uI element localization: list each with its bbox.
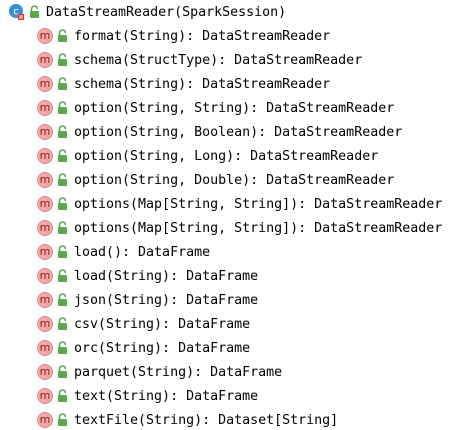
- tree-row-method[interactable]: m option(String, Boolean): DataStreamRea…: [0, 120, 452, 144]
- tree-row-method[interactable]: m options(Map[String, String]): DataStre…: [0, 192, 452, 216]
- tree-row-method[interactable]: m option(String, String): DataStreamRead…: [0, 96, 452, 120]
- method-label: option(String, Double): DataStreamReader: [74, 172, 395, 188]
- method-icon: m: [37, 76, 53, 92]
- tree-row-method[interactable]: m textFile(String): Dataset[String]: [0, 408, 452, 430]
- method-label: textFile(String): Dataset[String]: [74, 412, 339, 428]
- method-icon: m: [37, 172, 53, 188]
- method-label: load(String): DataFrame: [74, 268, 259, 284]
- lock-icon: [30, 5, 39, 18]
- tree-row-method[interactable]: m csv(String): DataFrame: [0, 312, 452, 336]
- method-label: options(Map[String, String]): DataStream…: [74, 196, 443, 212]
- tree-row-method[interactable]: m format(String): DataStreamReader: [0, 24, 452, 48]
- method-icon: m: [37, 220, 53, 236]
- lock-icon: [58, 77, 67, 90]
- svg-text:c: c: [13, 7, 19, 18]
- tree-row-method[interactable]: m json(String): DataFrame: [0, 288, 452, 312]
- lock-icon: [58, 149, 67, 162]
- method-icon: m: [37, 196, 53, 212]
- method-label: format(String): DataStreamReader: [74, 28, 331, 44]
- method-label: csv(String): DataFrame: [74, 316, 251, 332]
- tree-row-method[interactable]: m parquet(String): DataFrame: [0, 360, 452, 384]
- method-icon: m: [37, 28, 53, 44]
- tree-row-method[interactable]: m schema(String): DataStreamReader: [0, 72, 452, 96]
- constructor-label: DataStreamReader(SparkSession): [46, 4, 287, 20]
- lock-icon: [58, 293, 67, 306]
- tree-row-method[interactable]: m orc(String): DataFrame: [0, 336, 452, 360]
- method-icon: m: [37, 292, 53, 308]
- structure-tree: c DataStreamReader(SparkSession) m forma…: [0, 0, 452, 430]
- lock-icon: [58, 197, 67, 210]
- method-label: schema(StructType): DataStreamReader: [74, 52, 363, 68]
- tree-row-method[interactable]: m load(String): DataFrame: [0, 264, 452, 288]
- method-label: option(String, Long): DataStreamReader: [74, 148, 379, 164]
- method-label: options(Map[String, String]): DataStream…: [74, 220, 443, 236]
- tree-row-constructor[interactable]: c DataStreamReader(SparkSession): [0, 0, 452, 24]
- method-icon: m: [37, 316, 53, 332]
- method-icon: m: [37, 244, 53, 260]
- method-icon: m: [37, 268, 53, 284]
- lock-icon: [58, 125, 67, 138]
- lock-icon: [58, 341, 67, 354]
- tree-row-method[interactable]: m options(Map[String, String]): DataStre…: [0, 216, 452, 240]
- tree-row-method[interactable]: m schema(StructType): DataStreamReader: [0, 48, 452, 72]
- lock-icon: [58, 53, 67, 66]
- lock-icon: [58, 389, 67, 402]
- method-icon: m: [37, 100, 53, 116]
- method-icon: m: [37, 52, 53, 68]
- method-label: option(String, String): DataStreamReader: [74, 100, 395, 116]
- method-label: schema(String): DataStreamReader: [74, 76, 331, 92]
- method-label: text(String): DataFrame: [74, 388, 259, 404]
- method-icon: m: [37, 148, 53, 164]
- method-icon: m: [37, 124, 53, 140]
- method-label: json(String): DataFrame: [74, 292, 259, 308]
- method-icon: m: [37, 364, 53, 380]
- lock-icon: [58, 317, 67, 330]
- method-icon: m: [37, 340, 53, 356]
- lock-icon: [58, 413, 67, 426]
- method-label: orc(String): DataFrame: [74, 340, 251, 356]
- lock-icon: [58, 101, 67, 114]
- tree-row-method[interactable]: m option(String, Long): DataStreamReader: [0, 144, 452, 168]
- lock-icon: [58, 365, 67, 378]
- method-label: option(String, Boolean): DataStreamReade…: [74, 124, 403, 140]
- lock-icon: [58, 173, 67, 186]
- method-label: parquet(String): DataFrame: [74, 364, 283, 380]
- method-icon: m: [37, 412, 53, 428]
- lock-icon: [58, 29, 67, 42]
- tree-row-method[interactable]: m load(): DataFrame: [0, 240, 452, 264]
- tree-row-method[interactable]: m option(String, Double): DataStreamRead…: [0, 168, 452, 192]
- lock-icon: [58, 221, 67, 234]
- class-icon: c: [9, 4, 24, 20]
- member-list: m format(String): DataStreamReader m sch…: [0, 24, 452, 430]
- tree-row-method[interactable]: m text(String): DataFrame: [0, 384, 452, 408]
- lock-icon: [58, 245, 67, 258]
- lock-icon: [58, 269, 67, 282]
- method-icon: m: [37, 388, 53, 404]
- method-label: load(): DataFrame: [74, 244, 211, 260]
